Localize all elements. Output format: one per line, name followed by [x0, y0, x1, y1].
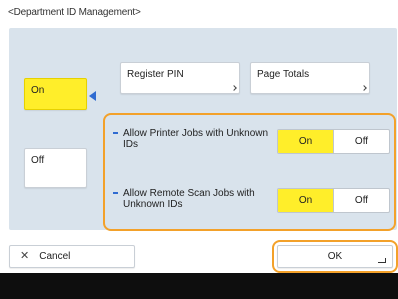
cancel-label: Cancel [39, 251, 71, 262]
register-pin-label: Register PIN [127, 69, 184, 80]
page-totals-label: Page Totals [257, 69, 310, 80]
mode-on-label: On [31, 85, 45, 96]
mode-off-button[interactable]: Off [24, 148, 87, 188]
page-totals-button[interactable]: Page Totals [250, 62, 370, 94]
mode-off-label: Off [31, 155, 45, 166]
printer-jobs-off-button[interactable]: Off [333, 130, 389, 153]
printer-jobs-option-label: Allow Printer Jobs with Unknown IDs [113, 128, 273, 150]
register-pin-button[interactable]: Register PIN [120, 62, 240, 94]
ok-label: OK [327, 251, 343, 262]
close-icon: ✕ [20, 250, 30, 263]
bullet-dash-icon [113, 132, 118, 134]
remote-scan-jobs-toggle: On Off [277, 188, 390, 213]
printer-jobs-on-button[interactable]: On [278, 130, 333, 153]
page-title: <Department ID Management> [8, 7, 141, 18]
bottom-bar [0, 273, 398, 299]
cancel-button[interactable]: ✕ Cancel [9, 245, 135, 268]
mode-on-button[interactable]: On [24, 78, 87, 110]
bullet-dash-icon [113, 192, 118, 194]
remote-scan-jobs-off-button[interactable]: Off [333, 189, 389, 212]
ok-button[interactable]: OK [277, 245, 393, 268]
selection-pointer-icon [89, 91, 96, 101]
chevron-right-icon [231, 85, 237, 91]
printer-jobs-toggle: On Off [277, 129, 390, 154]
remote-scan-jobs-on-button[interactable]: On [278, 189, 333, 212]
remote-scan-jobs-option-label: Allow Remote Scan Jobs with Unknown IDs [113, 188, 273, 210]
chevron-right-icon [361, 85, 367, 91]
enter-icon [378, 258, 386, 263]
